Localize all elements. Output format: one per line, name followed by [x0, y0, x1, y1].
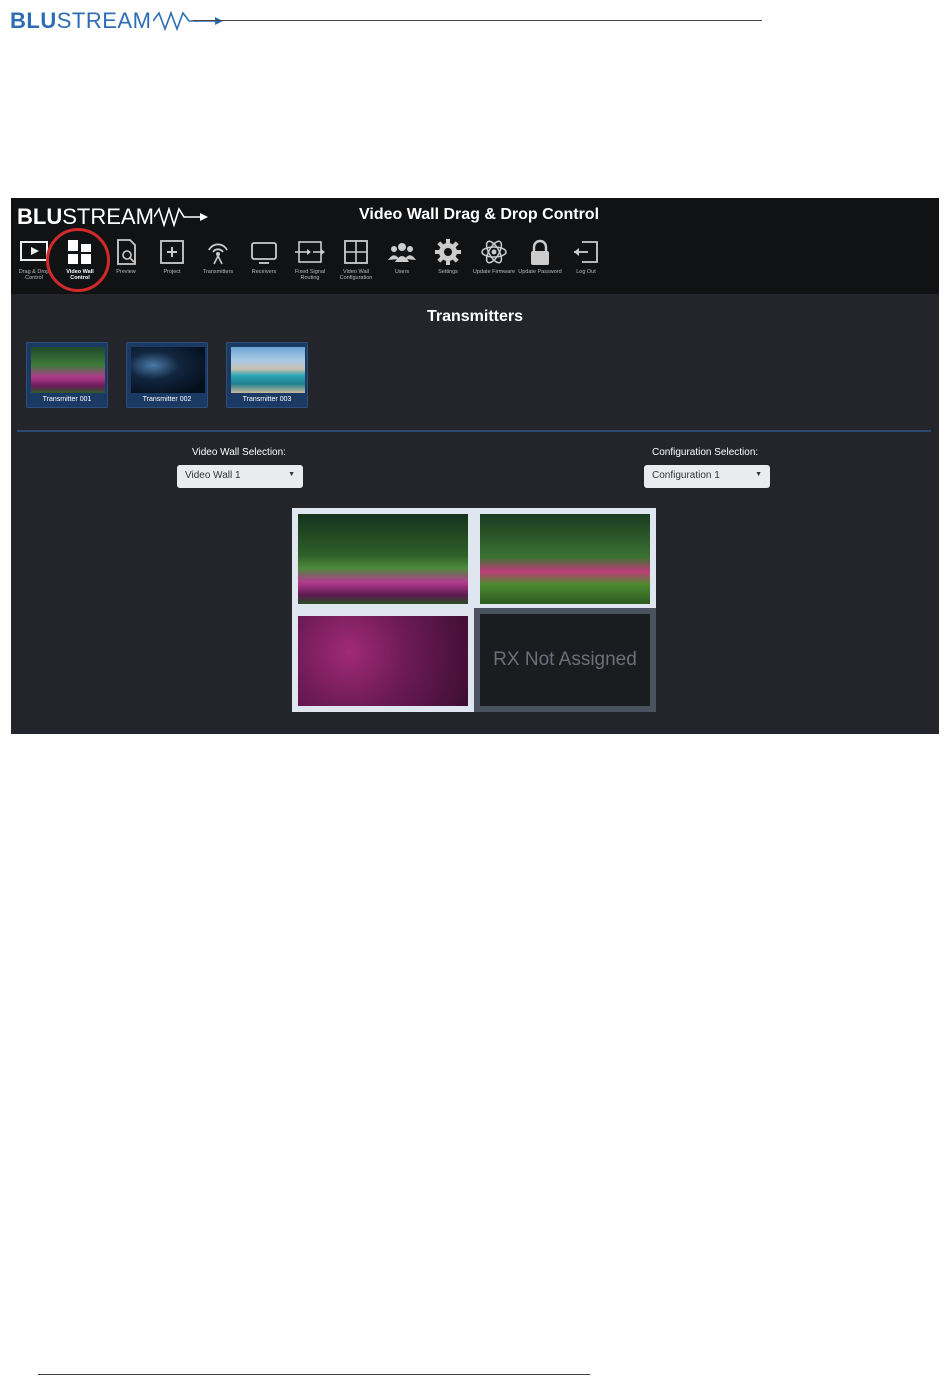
wall-display-4[interactable]: RX Not Assigned	[474, 608, 656, 712]
nav-drag-drop-control[interactable]: Drag & Drop Control	[11, 236, 57, 292]
video-wall-select-value: Video Wall 1	[185, 470, 241, 481]
nav-preview[interactable]: Preview	[103, 236, 149, 292]
nav-update-firmware[interactable]: Update Firmware	[471, 236, 517, 292]
footer-rule	[38, 1374, 590, 1375]
gear-icon	[432, 236, 464, 268]
doc-logo-bold: BLU	[10, 8, 57, 33]
transmitter-card[interactable]: Transmitter 002	[126, 342, 208, 408]
transmitter-label: Transmitter 002	[142, 396, 192, 403]
nav-label: Users	[394, 269, 410, 275]
app-logo: BLU STREAM	[17, 204, 208, 230]
plus-box-icon	[156, 236, 188, 268]
logout-icon	[570, 236, 602, 268]
video-wall-grid-icon	[64, 236, 96, 268]
transmitter-list: Transmitter 001 Transmitter 002 Transmit…	[26, 342, 308, 408]
transmitter-label: Transmitter 001	[42, 396, 92, 403]
nav-label: Receivers	[251, 269, 277, 275]
users-icon	[386, 236, 418, 268]
nav-label: Settings	[438, 269, 458, 275]
nav-label: Log Out	[576, 269, 596, 275]
nav-video-wall-control[interactable]: Video Wall Control	[57, 236, 103, 292]
unassigned-display: RX Not Assigned	[480, 614, 650, 706]
app-logo-rest: STREAM	[62, 204, 154, 229]
antenna-icon	[202, 236, 234, 268]
transmitter-label: Transmitter 003	[242, 396, 292, 403]
nav-receivers[interactable]: Receivers	[241, 236, 287, 292]
wall-display-2[interactable]	[480, 514, 650, 604]
nav-label: Update Firmware	[472, 269, 516, 275]
video-wall-selection-label: Video Wall Selection:	[192, 447, 286, 458]
grid-icon	[340, 236, 372, 268]
nav-settings[interactable]: Settings	[425, 236, 471, 292]
doc-logo-rest: STREAM	[56, 8, 152, 33]
transmitters-heading: Transmitters	[426, 308, 524, 325]
monitor-icon	[248, 236, 280, 268]
transmitter-card[interactable]: Transmitter 003	[226, 342, 308, 408]
atom-icon	[478, 236, 510, 268]
nav-label: Transmitters	[202, 269, 234, 275]
routing-icon	[294, 236, 326, 268]
configuration-select[interactable]: Configuration 1 ▼	[644, 465, 770, 488]
transmitter-thumbnail	[131, 347, 205, 393]
configuration-select-value: Configuration 1	[652, 470, 720, 481]
play-screen-icon	[18, 236, 50, 268]
app-waveform-arrow-icon	[153, 207, 208, 227]
nav-label: Fixed Signal Routing	[294, 269, 326, 281]
document-logo: BLU STREAM	[10, 8, 224, 34]
nav-update-password[interactable]: Update Password	[517, 236, 563, 292]
top-bar: BLU STREAM Video Wall Drag & Drop Control…	[11, 198, 939, 294]
video-wall-select[interactable]: Video Wall 1 ▼	[177, 465, 303, 488]
nav-users[interactable]: Users	[379, 236, 425, 292]
nav-label: Video Wall Control	[66, 269, 94, 281]
nav-log-out[interactable]: Log Out	[563, 236, 609, 292]
app-logo-bold: BLU	[17, 204, 63, 229]
page-title: Video Wall Drag & Drop Control	[359, 206, 600, 223]
transmitter-card[interactable]: Transmitter 001	[26, 342, 108, 408]
configuration-selection-label: Configuration Selection:	[652, 447, 759, 458]
nav-bar: Drag & Drop Control Video Wall Control P…	[11, 236, 609, 292]
preview-doc-icon	[110, 236, 142, 268]
transmitter-thumbnail	[231, 347, 305, 393]
nav-transmitters[interactable]: Transmitters	[195, 236, 241, 292]
lock-icon	[524, 236, 556, 268]
wall-display-1[interactable]	[298, 514, 468, 604]
nav-label: Update Password	[518, 269, 562, 275]
nav-video-wall-configuration[interactable]: Video Wall Configuration	[333, 236, 379, 292]
transmitter-thumbnail	[31, 347, 105, 393]
header-rule	[193, 20, 762, 21]
section-divider	[17, 430, 931, 432]
wall-display-3[interactable]	[298, 616, 468, 706]
nav-label: Preview	[116, 269, 136, 275]
caret-down-icon: ▼	[288, 471, 295, 478]
nav-project[interactable]: Project	[149, 236, 195, 292]
waveform-arrow-icon	[153, 11, 224, 31]
nav-fixed-signal-routing[interactable]: Fixed Signal Routing	[287, 236, 333, 292]
nav-label: Drag & Drop Control	[18, 269, 50, 281]
app-screenshot: BLU STREAM Video Wall Drag & Drop Control…	[11, 198, 939, 734]
nav-label: Project	[163, 269, 181, 275]
video-wall-layout: RX Not Assigned	[292, 508, 656, 712]
caret-down-icon: ▼	[755, 471, 762, 478]
nav-label: Video Wall Configuration	[339, 269, 373, 281]
rx-not-assigned-text: RX Not Assigned	[493, 649, 637, 670]
